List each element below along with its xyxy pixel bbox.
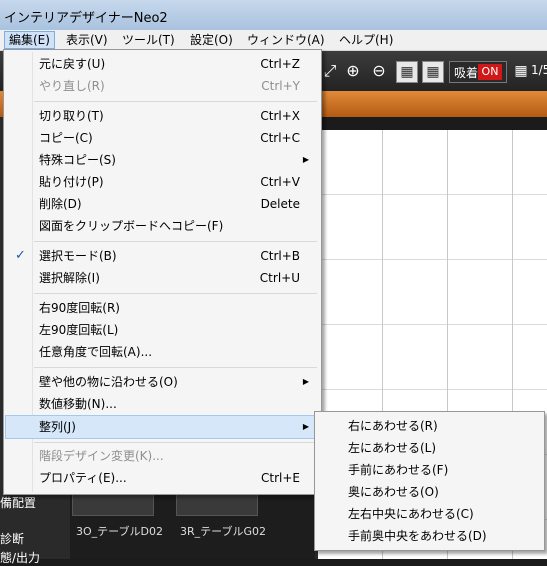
menu-item-rotate-any[interactable]: 任意角度で回転(A)...: [6, 341, 317, 363]
menu-item-select-mode[interactable]: ✓ 選択モード(B) Ctrl+B: [6, 245, 317, 267]
menu-item-deselect[interactable]: 選択解除(I) Ctrl+U: [6, 267, 317, 289]
edit-menu: 元に戻す(U) Ctrl+Z やり直し(R) Ctrl+Y 切り取り(T) Ct…: [3, 49, 322, 495]
thumb-label: 3R_テーブルG02: [180, 525, 267, 538]
zoom-out-icon[interactable]: ⊖: [369, 61, 389, 81]
thumb-label: 3O_テーブルD02: [76, 525, 163, 538]
menu-item-special-copy[interactable]: 特殊コピー(S) ▶: [6, 149, 317, 171]
fit-icon[interactable]: ⤢: [320, 61, 340, 81]
submenu-arrow-icon: ▶: [302, 422, 309, 431]
left-label-diagnosis: 診断: [0, 532, 25, 546]
submenu-item-align-center-fb[interactable]: 手前奥中央をあわせる(D): [348, 525, 487, 547]
menu-separator: [34, 101, 317, 102]
menu-view[interactable]: 表示(V): [62, 32, 112, 48]
submenu-arrow-icon: ▶: [302, 377, 309, 386]
menu-tools[interactable]: ツール(T): [118, 32, 179, 48]
check-icon: ✓: [15, 248, 26, 263]
submenu-arrow-icon: ▶: [302, 155, 309, 164]
left-label-placement: 備配置: [0, 496, 37, 510]
menu-item-align-wall[interactable]: 壁や他の物に沿わせる(O) ▶: [6, 371, 317, 393]
grid-snap-icon[interactable]: ▦: [396, 61, 418, 83]
menu-item-redo: やり直し(R) Ctrl+Y: [39, 79, 300, 93]
align-submenu: 右にあわせる(R) 左にあわせる(L) 手前にあわせる(F) 奥にあわせる(O)…: [314, 411, 545, 551]
snap-toggle[interactable]: 吸着 ON: [449, 61, 507, 83]
submenu-item-align-left[interactable]: 左にあわせる(L): [348, 437, 436, 459]
menu-item-stair-design: 階段デザイン変更(K)...: [39, 449, 164, 463]
menu-item-cut[interactable]: 切り取り(T) Ctrl+X: [6, 105, 317, 127]
window-title: インテリアデザイナーNeo2: [4, 11, 168, 26]
submenu-item-align-front[interactable]: 手前にあわせる(F): [348, 459, 448, 481]
submenu-item-align-right[interactable]: 右にあわせる(R): [348, 415, 438, 437]
snap-on-badge: ON: [478, 64, 502, 80]
menu-item-align[interactable]: 整列(J) ▶: [5, 415, 318, 439]
menu-item-rotate-right[interactable]: 右90度回転(R): [6, 297, 317, 319]
menu-separator: [34, 293, 317, 294]
menu-item-copy-to-clipboard[interactable]: 図面をクリップボードへコピー(F): [6, 215, 317, 237]
menu-separator: [34, 241, 317, 242]
menu-settings[interactable]: 設定(O): [186, 32, 237, 48]
submenu-item-align-back[interactable]: 奥にあわせる(O): [348, 481, 439, 503]
menu-item-undo[interactable]: 元に戻す(U) Ctrl+Z: [6, 53, 317, 75]
menu-item-properties[interactable]: プロパティ(E)... Ctrl+E: [6, 467, 317, 489]
menu-item-delete[interactable]: 削除(D) Delete: [6, 193, 317, 215]
menu-item-paste[interactable]: 貼り付け(P) Ctrl+V: [6, 171, 317, 193]
title-bar: インテリアデザイナーNeo2: [0, 0, 547, 31]
menu-edit[interactable]: 編集(E): [4, 31, 55, 49]
menu-separator: [34, 442, 317, 443]
snap-label: 吸着: [454, 66, 479, 80]
menu-item-numeric-move[interactable]: 数値移動(N)...: [6, 393, 317, 415]
page-number: 1/5: [531, 63, 547, 77]
page-icon: ▦: [514, 63, 528, 79]
left-label-output: 態/出力: [0, 551, 41, 565]
menu-window[interactable]: ウィンドウ(A): [243, 32, 329, 48]
menu-separator: [34, 367, 317, 368]
menu-item-copy[interactable]: コピー(C) Ctrl+C: [6, 127, 317, 149]
menu-help[interactable]: ヘルプ(H): [335, 32, 397, 48]
zoom-in-icon[interactable]: ⊕: [343, 61, 363, 81]
submenu-item-align-center-lr[interactable]: 左右中央にあわせる(C): [348, 503, 474, 525]
grid-icon[interactable]: ▦: [422, 61, 444, 83]
menu-bar: 編集(E) 表示(V) ツール(T) 設定(O) ウィンドウ(A) ヘルプ(H): [0, 30, 547, 51]
menu-item-rotate-left[interactable]: 左90度回転(L): [6, 319, 317, 341]
